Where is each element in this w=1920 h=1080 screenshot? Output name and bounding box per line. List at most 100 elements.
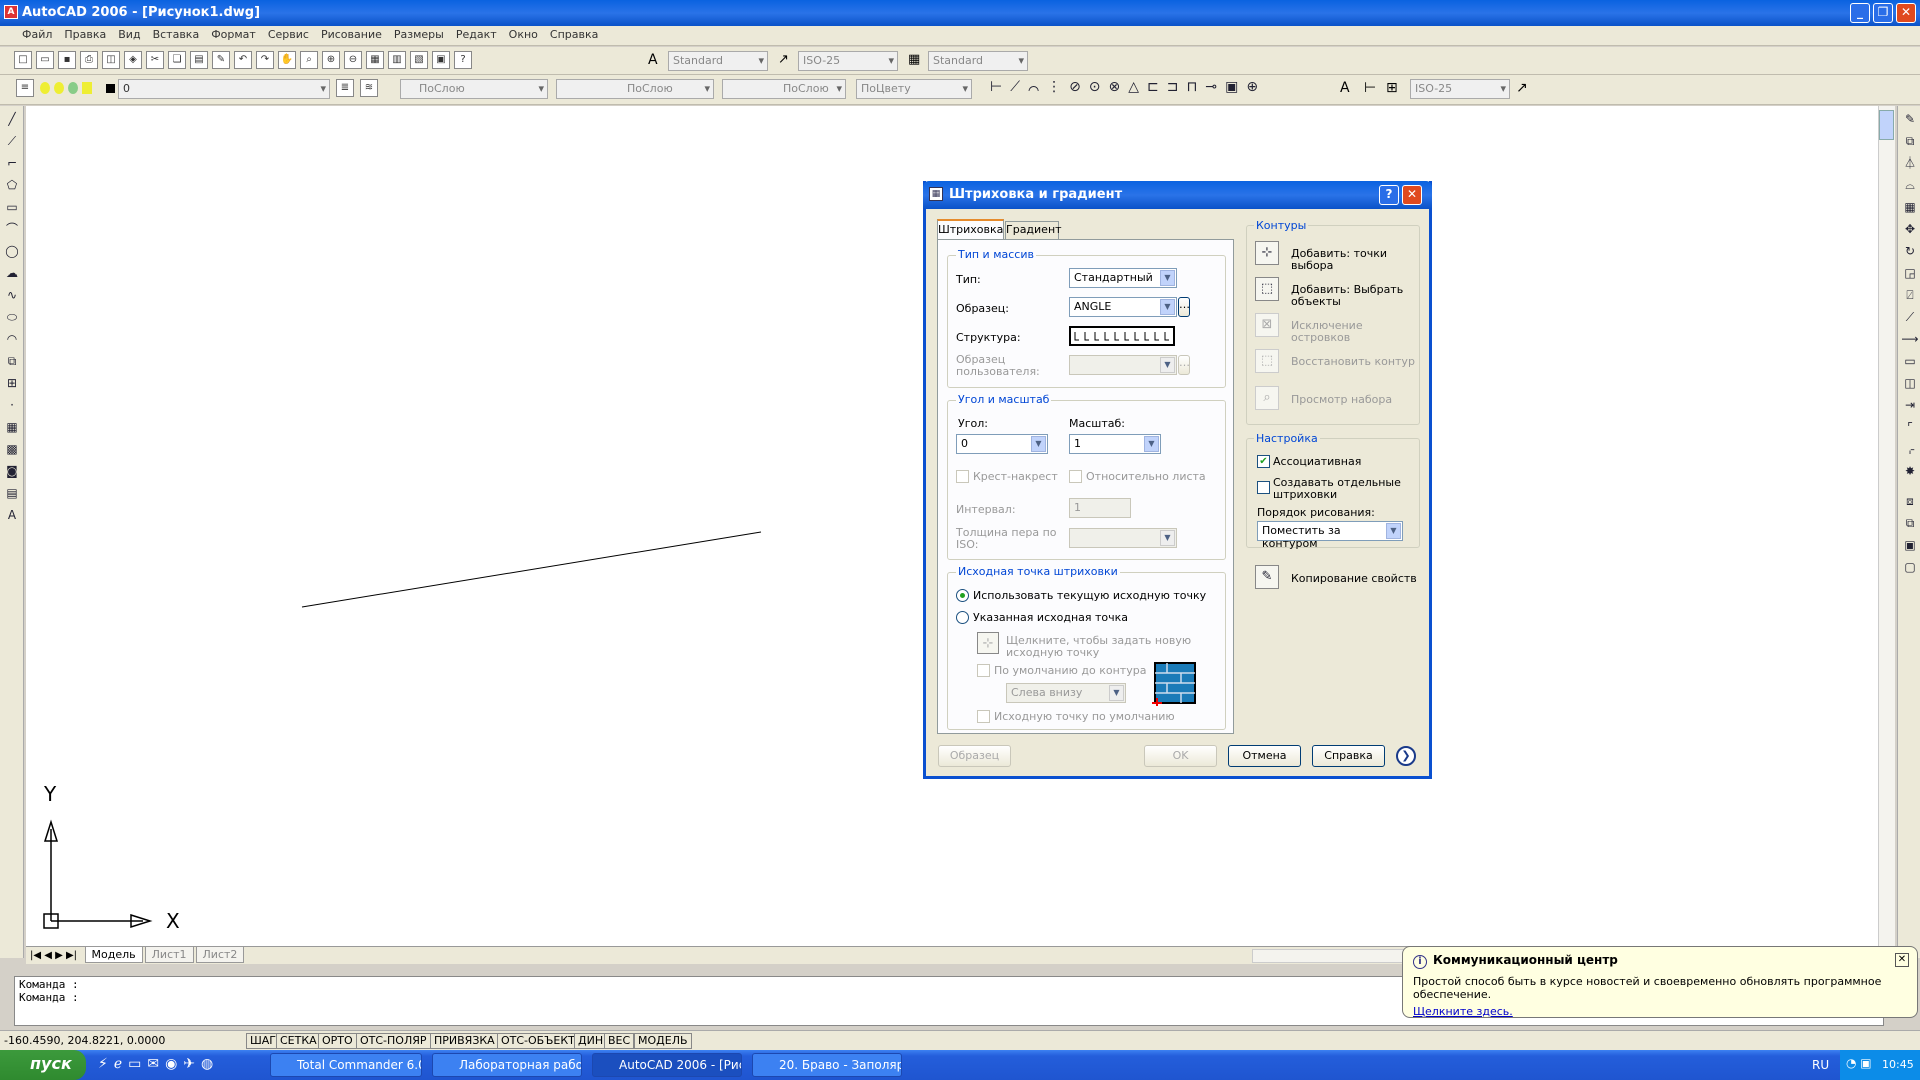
tab-nav-arrows[interactable]: |◀ ◀ ▶ ▶| (26, 950, 81, 961)
angle-select[interactable]: 0 ▼ (956, 434, 1048, 454)
lineweight-select[interactable]: ПоСлою (722, 79, 846, 99)
scale-icon[interactable]: ◲ (1901, 264, 1919, 282)
copy-icon[interactable]: ❏ (168, 51, 186, 69)
arc-icon[interactable]: ⌒ (3, 220, 21, 238)
menu-insert[interactable]: Вставка (147, 26, 206, 43)
type-select[interactable]: Стандартный ▼ (1069, 268, 1177, 288)
pattern-swatch[interactable] (1069, 326, 1175, 346)
dim-text-icon[interactable]: A (1340, 80, 1350, 96)
relative-paper-checkbox[interactable] (1069, 470, 1082, 483)
pan-icon[interactable]: ✋ (278, 51, 296, 69)
polyline-icon[interactable]: ⌐ (3, 154, 21, 172)
linetype-select[interactable]: ПоСлою (556, 79, 714, 99)
stretch-icon[interactable]: ⍁ (1901, 286, 1919, 304)
open-icon[interactable]: ▭ (36, 51, 54, 69)
osnap-toggle[interactable]: ПРИВЯЗКА (430, 1033, 499, 1049)
preview-button[interactable]: Образец (938, 745, 1011, 767)
mtext-icon[interactable]: A (3, 506, 21, 524)
calculator-icon[interactable]: ▣ (432, 51, 450, 69)
notification-link[interactable]: Щелкните здесь. (1413, 1005, 1907, 1018)
custom-pattern-select[interactable]: ▼ (1069, 355, 1177, 375)
array-icon[interactable]: ▦ (1901, 198, 1919, 216)
plotstyle-select[interactable]: ПоЦвету (856, 79, 972, 99)
menu-format[interactable]: Формат (205, 26, 262, 43)
menu-tools[interactable]: Сервис (262, 26, 315, 43)
add-select-objects-icon[interactable]: ⬚ (1255, 277, 1279, 301)
line-icon[interactable]: ╱ (3, 110, 21, 128)
cancel-button[interactable]: Отмена (1228, 745, 1301, 767)
make-current-icon[interactable]: ≣ (336, 79, 354, 97)
ok-button[interactable]: OK (1144, 745, 1217, 767)
separate-hatches-checkbox[interactable] (1257, 481, 1270, 494)
paste-icon[interactable]: ▤ (190, 51, 208, 69)
spacing-input[interactable]: 1 (1069, 498, 1131, 518)
menu-help[interactable]: Справка (544, 26, 604, 43)
save-icon[interactable]: ▪ (58, 51, 76, 69)
break-at-point-icon[interactable]: ▭ (1901, 352, 1919, 370)
vertical-scrollbar[interactable] (1878, 106, 1895, 946)
zoom-icon[interactable]: ⌕ (300, 51, 318, 69)
double-checkbox[interactable] (956, 470, 969, 483)
otrack-toggle[interactable]: ОТС-ОБЪЕКТ (497, 1033, 579, 1049)
draworder-above-icon[interactable]: ▣ (1901, 536, 1919, 554)
remove-islands-icon[interactable]: ⊠ (1255, 313, 1279, 337)
language-indicator[interactable]: RU (1812, 1058, 1829, 1072)
more-options-icon[interactable]: ❯ (1396, 746, 1416, 766)
offset-icon[interactable]: ⌓ (1901, 176, 1919, 194)
join-icon[interactable]: ⇥ (1901, 396, 1919, 414)
region-icon[interactable]: ◙ (3, 462, 21, 480)
fillet-icon[interactable]: ⌌ (1901, 440, 1919, 458)
new-icon[interactable]: □ (14, 51, 32, 69)
menu-window[interactable]: Окно (503, 26, 544, 43)
zoom-prev-icon[interactable]: ⊖ (344, 51, 362, 69)
properties-icon[interactable]: ▦ (366, 51, 384, 69)
rectangle-icon[interactable]: ▭ (3, 198, 21, 216)
spline-icon[interactable]: ∿ (3, 286, 21, 304)
ellipse-arc-icon[interactable]: ◠ (3, 330, 21, 348)
help-icon[interactable]: ? (454, 51, 472, 69)
chamfer-icon[interactable]: ⌜ (1901, 418, 1919, 436)
close-button[interactable]: ✕ (1896, 3, 1916, 23)
iso-pen-select[interactable]: ▼ (1069, 528, 1177, 548)
mirror-icon[interactable]: ⏃ (1901, 154, 1919, 172)
notification-close-icon[interactable]: ✕ (1895, 953, 1909, 967)
recreate-boundary-icon[interactable]: ⬚ (1255, 349, 1279, 373)
snap-toggle[interactable]: ШАГ (246, 1033, 280, 1049)
preview-icon[interactable]: ◫ (102, 51, 120, 69)
layer-select[interactable]: 0 (118, 79, 330, 99)
scale-select[interactable]: 1 ▼ (1069, 434, 1161, 454)
task-total-commander[interactable]: Total Commander 6.0... (270, 1053, 422, 1077)
dialog-help-button[interactable]: ? (1379, 185, 1399, 205)
matchprop-icon[interactable]: ✎ (212, 51, 230, 69)
layer-manager-icon[interactable]: ≡ (16, 79, 34, 97)
drawn-line[interactable] (301, 531, 762, 608)
restore-button[interactable]: ❐ (1873, 3, 1893, 23)
break-icon[interactable]: ◫ (1901, 374, 1919, 392)
minimize-button[interactable]: _ (1850, 3, 1870, 23)
polygon-icon[interactable]: ⬠ (3, 176, 21, 194)
menu-modify[interactable]: Редакт (450, 26, 503, 43)
ortho-toggle[interactable]: ОРТО (318, 1033, 357, 1049)
zoom-window-icon[interactable]: ⊕ (322, 51, 340, 69)
tray-icons[interactable]: ◔ ▣ (1846, 1056, 1872, 1070)
revcloud-icon[interactable]: ☁ (3, 264, 21, 282)
tab-model[interactable]: Модель (84, 947, 143, 963)
polar-toggle[interactable]: ОТС-ПОЛЯР (356, 1033, 431, 1049)
table-icon[interactable]: ▤ (3, 484, 21, 502)
store-default-checkbox[interactable] (977, 710, 990, 723)
view-selections-icon[interactable]: ⌕ (1255, 386, 1279, 410)
trim-icon[interactable]: ⟋ (1901, 308, 1919, 326)
move-icon[interactable]: ✥ (1901, 220, 1919, 238)
rotate-icon[interactable]: ↻ (1901, 242, 1919, 260)
dim-style-icon-2[interactable]: ↗ (1516, 80, 1528, 96)
draworder-front-icon[interactable]: ⧈ (1901, 492, 1919, 510)
pattern-select[interactable]: ANGLE ▼ (1069, 297, 1177, 317)
pattern-browse-button[interactable]: … (1178, 297, 1190, 317)
menu-dimension[interactable]: Размеры (388, 26, 450, 43)
publish-icon[interactable]: ◈ (124, 51, 142, 69)
extents-position-select[interactable]: Слева внизу ▼ (1006, 683, 1126, 703)
table-style-select[interactable]: Standard (928, 51, 1028, 71)
copy-object-icon[interactable]: ⧉ (1901, 132, 1919, 150)
menu-view[interactable]: Вид (112, 26, 146, 43)
menu-edit[interactable]: Правка (58, 26, 112, 43)
